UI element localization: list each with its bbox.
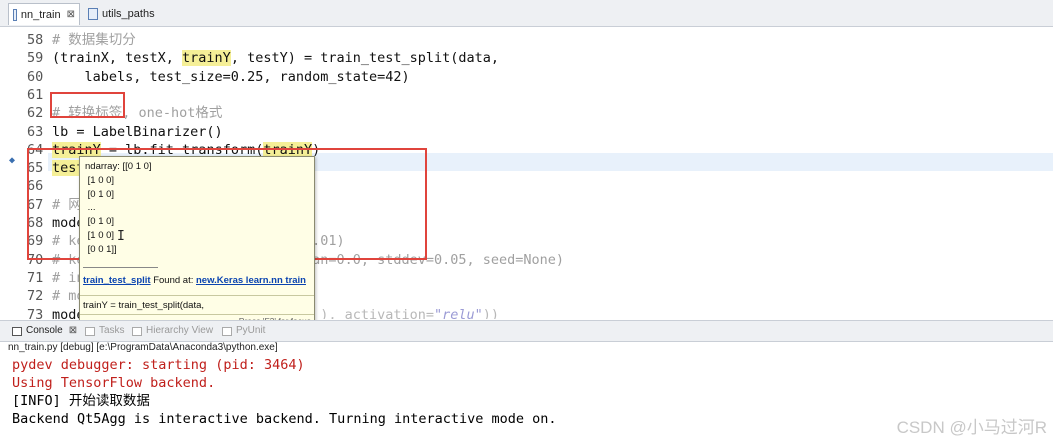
line-number: 58 (27, 32, 44, 48)
code-token: lb = LabelBinarizer() (52, 123, 223, 140)
code-text: lb = LabelBinarizer() (52, 123, 223, 141)
code-token: )) (482, 306, 500, 320)
ibeam-cursor-icon: I (117, 229, 125, 244)
tab-label: PyUnit (236, 325, 266, 336)
found-at-info: train_test_split Found at: new.Keras lea… (83, 274, 306, 288)
tab-hierarchy-view[interactable]: Hierarchy View (132, 323, 213, 339)
value-line: [0 1 0] (85, 216, 115, 228)
code-token: "relu" (434, 306, 483, 320)
console-title: nn_train.py [debug] [e:\ProgramData\Anac… (8, 342, 278, 353)
line-number: 71 (27, 269, 44, 286)
tab-label: Hierarchy View (146, 325, 214, 336)
module-link[interactable]: new.Keras learn.nn train (196, 275, 306, 286)
close-icon[interactable]: ⊠ (69, 323, 77, 339)
value-line: ndarray: [[0 1 0] (85, 161, 152, 172)
editor-tab-bar: nn_train ⊠ utils_paths (0, 0, 1053, 27)
tab-pyunit[interactable]: PyUnit (222, 323, 265, 339)
value-line: [0 1 0] (85, 188, 115, 200)
tab-tasks[interactable]: Tasks (85, 323, 125, 339)
tab-console[interactable]: Console ⊠ (12, 323, 77, 339)
console-line: pydev debugger: starting (pid: 3464) (12, 357, 305, 373)
code-text: (trainX, testX, trainY, testY) = train_t… (52, 49, 499, 67)
code-token: labels, test_size=0.25, random_state=42) (52, 68, 410, 85)
variable-value: ndarray: [[0 1 0] [1 0 0] [0 1 0] ... [0… (83, 160, 311, 260)
signature-text: trainY = train_test_split(data, (83, 300, 205, 311)
tab-utils-paths[interactable]: utils_paths (84, 3, 164, 25)
line-number: 62 (27, 105, 44, 122)
line-number: 73 (27, 306, 44, 320)
code-token: # 数据集切分 (52, 32, 136, 48)
line-number: 63 (27, 123, 44, 140)
line-number: 59 (27, 50, 44, 67)
console-line: Using TensorFlow backend. (12, 375, 216, 391)
variable-hover-popup[interactable]: ndarray: [[0 1 0] [1 0 0] [0 1 0] ... [0… (79, 156, 315, 328)
tab-label: Tasks (99, 325, 125, 336)
separator (83, 267, 158, 268)
value-line: [1 0 0] (85, 230, 115, 241)
line-number: 61 (27, 86, 44, 103)
line-number: 60 (27, 68, 44, 85)
console-tab-bar: Console ⊠ Tasks Hierarchy View PyUnit (0, 320, 1053, 342)
line-number: 72 (27, 288, 44, 305)
console-line: [INFO] 开始读取数据 (12, 393, 150, 409)
console-line: Backend Qt5Agg is interactive backend. T… (12, 411, 557, 427)
code-token: , testY) = train_test_split(data, (230, 50, 500, 67)
code-token: (trainX, testX, (52, 50, 183, 67)
divider (80, 295, 314, 296)
tab-label: utils_paths (102, 8, 155, 20)
watermark: CSDN @小马过河R (896, 418, 1047, 437)
tab-label: Console (26, 325, 63, 336)
tab-nn-train[interactable]: nn_train ⊠ (8, 3, 80, 25)
value-line: [0 0 1]] (85, 243, 117, 255)
hierarchy-icon (132, 326, 142, 336)
code-token: trainY (182, 50, 231, 67)
value-line: ... (85, 202, 96, 214)
annotation-box-comment (50, 92, 125, 118)
function-link[interactable]: train_test_split (83, 275, 151, 286)
tasks-icon (85, 326, 95, 336)
tab-label: nn_train (20, 8, 61, 21)
close-icon[interactable]: ⊠ (67, 4, 75, 26)
pyunit-icon (222, 326, 232, 336)
python-file-icon (88, 8, 98, 20)
code-text: labels, test_size=0.25, random_state=42) (52, 68, 410, 86)
value-line: [1 0 0] (85, 174, 115, 186)
code-text: # 数据集切分 (52, 31, 136, 49)
found-at-label: Found at: (150, 275, 196, 286)
console-icon (12, 326, 22, 336)
python-file-icon (13, 8, 17, 21)
debug-arrow-icon: ◆ (9, 155, 16, 166)
